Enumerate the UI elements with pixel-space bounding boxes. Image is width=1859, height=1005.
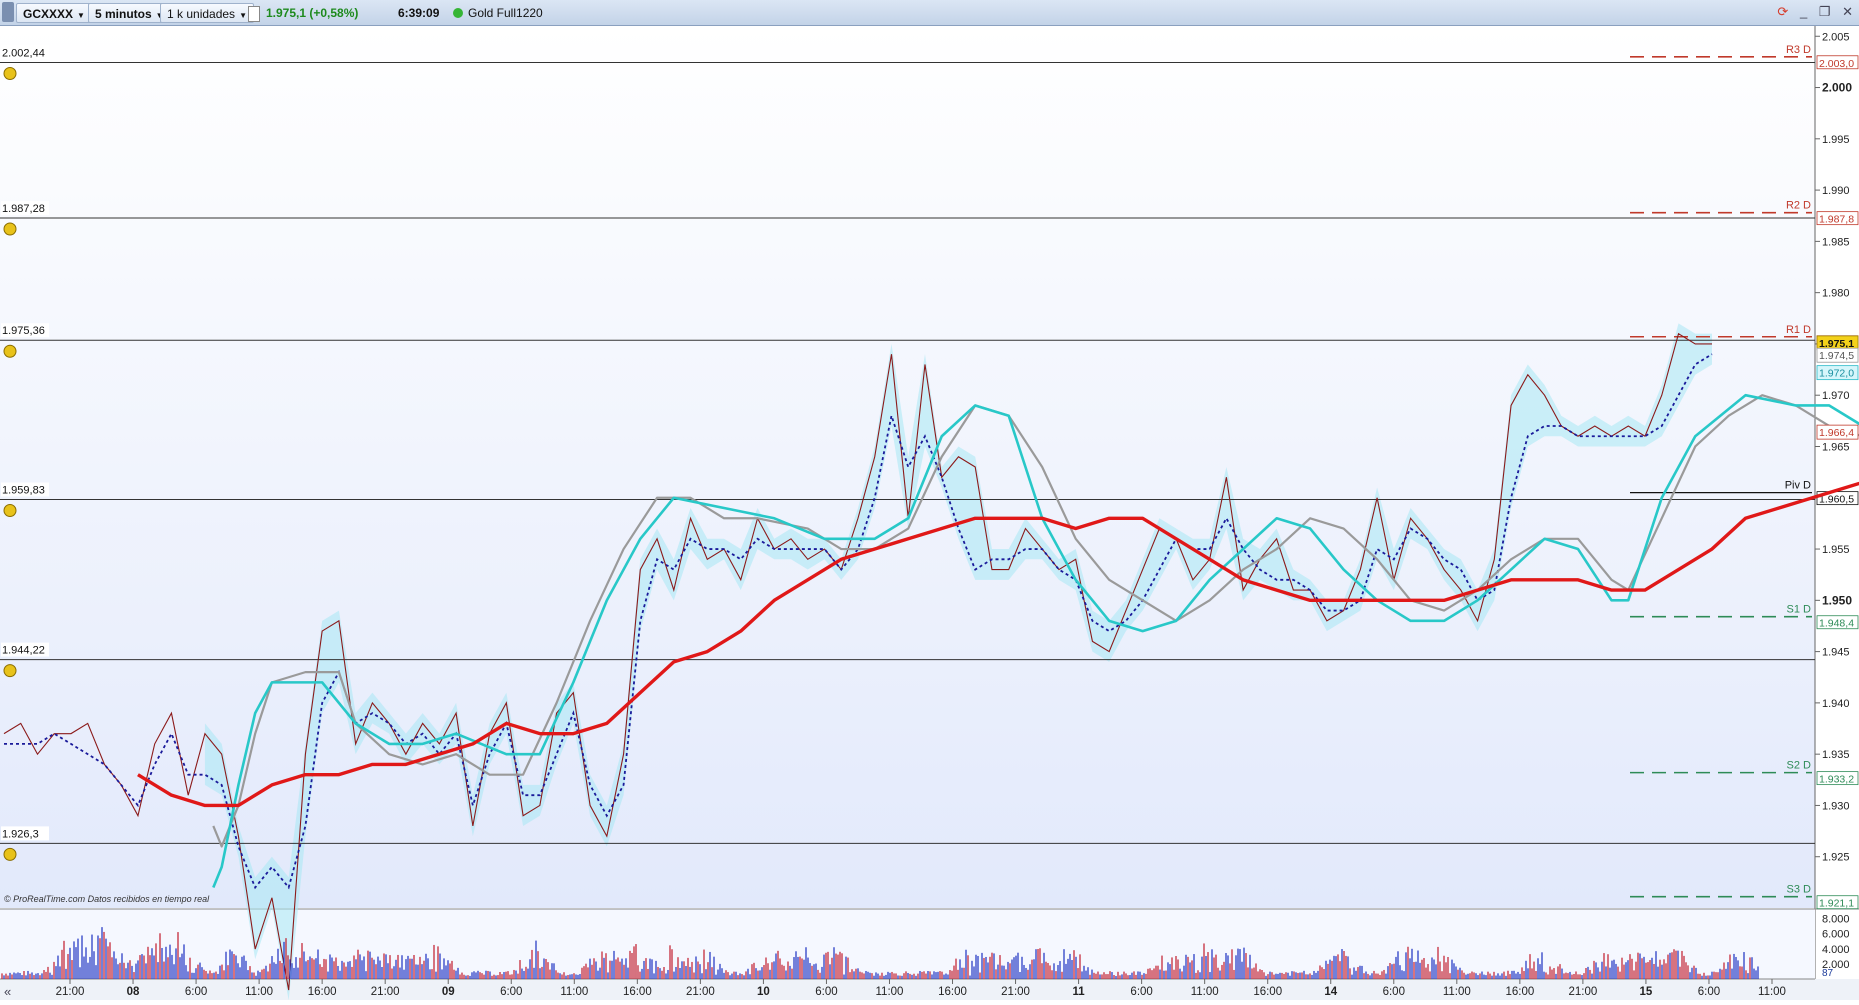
y-tick-label: 1.945 [1822,647,1850,659]
bell-alert-icon[interactable] [3,222,17,236]
x-tick-label: 6:00 [1698,986,1720,998]
y-tick-label: 1.965 [1822,441,1850,453]
watermark-text: © ProRealTime.com Datos recibidos en tie… [4,894,210,904]
pivot-label: R2 D [1786,200,1811,212]
level-label: 1.944,22 [2,645,45,657]
pivot-label: S2 D [1787,760,1812,772]
pivot-tag: 1.987,8 [1819,214,1854,226]
level-label: 1.959,83 [2,485,45,497]
x-tick-label: 6:00 [1383,986,1405,998]
x-tick-label: 21:00 [56,986,85,998]
x-tick-label: 11 [1073,986,1086,998]
x-tick-label: 6:00 [815,986,837,998]
instrument-name: Gold Full1220 [468,6,543,20]
x-tick-label: 11:00 [560,986,588,998]
menu-handle-icon[interactable] [2,2,14,22]
bell-alert-icon[interactable] [3,67,17,81]
volume-last-label: 87 [1822,968,1834,979]
timeframe-label: 5 minutos [95,7,152,21]
x-tick-label: 11:00 [1758,986,1786,998]
pivot-label: R3 D [1786,44,1811,56]
y-tick-label: 1.930 [1822,800,1850,812]
clock-time: 6:39:09 [398,6,440,20]
y-tick-label: 1.950 [1822,593,1852,607]
y-tick-label: 1.970 [1822,390,1850,402]
symbol-label: GCXXXX [23,7,74,21]
pivot-tag: 2.003,0 [1819,58,1854,70]
x-tick-label: 16:00 [1253,986,1282,998]
x-tick-label: 14 [1324,986,1337,998]
y-tick-label: 1.935 [1822,749,1850,761]
y-tick-label: 1.925 [1822,852,1850,864]
status-dot-icon [453,8,463,18]
chevron-down-icon: ▼ [239,11,247,20]
x-tick-label: 16:00 [623,986,652,998]
price-tag: 1.966,4 [1819,427,1854,439]
pivot-label: Piv D [1785,480,1811,492]
refresh-icon[interactable]: ⟳ [1777,4,1788,19]
bell-alert-icon[interactable] [3,664,17,678]
x-tick-label: 21:00 [371,986,400,998]
y-tick-label: 2.000 [1822,81,1852,95]
price-tag: 1.972,0 [1819,368,1854,380]
x-tick-label: 21:00 [1568,986,1597,998]
volume-tick-label: 6.000 [1822,929,1850,941]
units-selector[interactable]: 1 k unidades ▼ [160,3,254,23]
x-tick-label: 15 [1640,986,1653,998]
x-tick-label: 6:00 [1130,986,1152,998]
y-tick-label: 2.005 [1822,31,1850,43]
volume-tick-label: 8.000 [1822,914,1850,926]
price-change: 1.975,1 (+0,58%) [266,6,359,20]
chart-area[interactable]: 2.002,44 1.987,28 1.975,36 1.959,83 1.944,22… [0,26,1859,1001]
x-tick-label: 6:00 [185,986,207,998]
x-tick-label: 10 [757,986,770,998]
y-tick-label: 1.940 [1822,698,1850,710]
pivot-tag: 1.933,2 [1819,774,1854,786]
y-tick-label: 1.980 [1822,288,1850,300]
y-tick-label: 1.985 [1822,236,1850,248]
x-tick-label: 11:00 [876,986,904,998]
x-tick-label: 08 [127,986,140,998]
units-label: 1 k unidades [167,7,236,21]
pivot-label: S1 D [1787,604,1812,616]
x-tick-label: 16:00 [1505,986,1534,998]
bell-alert-icon[interactable] [3,847,17,861]
chevron-down-icon: ▼ [77,11,85,20]
pivot-tag: 1.921,1 [1819,898,1854,910]
timeframe-selector[interactable]: 5 minutos▼ [88,3,171,23]
close-icon[interactable]: ✕ [1842,4,1853,19]
x-tick-label: 11:00 [1443,986,1471,998]
x-tick-label: 16:00 [308,986,337,998]
level-label: 1.987,28 [2,203,45,215]
x-tick-label: 21:00 [1001,986,1030,998]
x-tick-label: 16:00 [938,986,967,998]
symbol-selector[interactable]: GCXXXX ▼ [16,3,92,23]
minimize-icon[interactable]: _ [1800,4,1807,19]
level-label: 2.002,44 [2,48,45,60]
level-label: 1.975,36 [2,325,45,337]
pivot-label: R1 D [1786,324,1811,336]
x-tick-label: 09 [442,986,455,998]
x-tick-label: 11:00 [245,986,273,998]
y-tick-label: 1.990 [1822,185,1850,197]
volume-tick-label: 4.000 [1822,944,1850,956]
x-tick-label: 6:00 [500,986,522,998]
price-chart[interactable]: 2.002,44 1.987,28 1.975,36 1.959,83 1.944,22… [0,26,1859,1001]
x-tick-label: 11:00 [1191,986,1219,998]
restore-icon[interactable]: ❐ [1819,4,1831,19]
y-tick-label: 1.955 [1822,544,1850,556]
pivot-tag: 1.948,4 [1819,618,1854,630]
bell-alert-icon[interactable] [3,344,17,358]
bar-icon[interactable] [248,6,260,22]
bell-alert-icon[interactable] [3,504,17,518]
price-tag: 1.974,5 [1819,350,1854,362]
scroll-left-icon[interactable]: « [4,984,11,999]
level-label: 1.926,3 [2,828,39,840]
toolbar: GCXXXX▼ 5 minutos▼ 1 k unidades▼ 1.975,1… [0,0,1859,26]
y-tick-label: 1.995 [1822,134,1850,146]
x-tick-label: 21:00 [686,986,715,998]
pivot-label: S3 D [1787,884,1812,896]
window-controls: ⟳ _ ❐ ✕ [1769,4,1853,20]
